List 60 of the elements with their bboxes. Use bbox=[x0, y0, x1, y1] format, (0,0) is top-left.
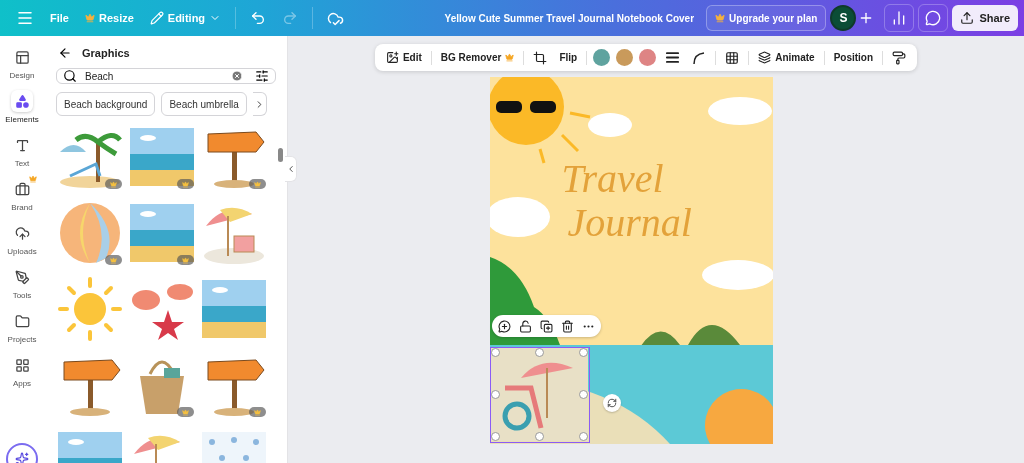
folder-icon bbox=[14, 313, 30, 329]
resize-handle[interactable] bbox=[490, 390, 500, 399]
resize-handle[interactable] bbox=[534, 432, 544, 441]
sidebar-item[interactable]: Uploads bbox=[1, 222, 43, 256]
filter-icon[interactable] bbox=[255, 69, 269, 83]
resize-handle[interactable] bbox=[534, 348, 544, 357]
resize-handle[interactable] bbox=[578, 390, 588, 399]
sun-drawing bbox=[56, 276, 124, 342]
animate-button[interactable]: Animate bbox=[755, 51, 818, 64]
chevron-right-icon[interactable] bbox=[252, 92, 267, 116]
briefcase-icon bbox=[14, 181, 30, 197]
layout-icon bbox=[14, 49, 30, 65]
user-avatar[interactable]: S bbox=[830, 5, 857, 31]
color-swatch[interactable] bbox=[616, 49, 634, 66]
sidebar-item[interactable]: Tools bbox=[1, 266, 43, 300]
crown-icon bbox=[84, 13, 95, 23]
text-icon bbox=[14, 137, 30, 153]
clear-icon[interactable] bbox=[231, 70, 243, 82]
duplicate-icon[interactable] bbox=[539, 319, 553, 333]
document-title[interactable]: Yellow Cute Summer Travel Journal Notebook Cover bbox=[444, 12, 695, 24]
sidebar-item[interactable]: Brand bbox=[1, 178, 43, 212]
grid-icon bbox=[14, 357, 30, 373]
resize-handle[interactable] bbox=[490, 348, 500, 357]
search-field[interactable]: Beach bbox=[56, 68, 276, 84]
flip-button[interactable]: Flip bbox=[556, 52, 581, 63]
color-swatch[interactable] bbox=[593, 49, 611, 66]
sidebar-item[interactable]: Elements bbox=[1, 90, 43, 124]
scroll-thumb[interactable] bbox=[278, 148, 283, 162]
bg-remover-button[interactable]: BG Remover bbox=[437, 52, 518, 63]
upgrade-button[interactable]: Upgrade your plan bbox=[706, 5, 827, 31]
crown-icon bbox=[715, 13, 726, 23]
sidebar-item[interactable]: Text bbox=[1, 134, 43, 168]
sidebar-item[interactable]: Projects bbox=[1, 310, 43, 344]
resize-handle[interactable] bbox=[578, 432, 588, 441]
color-swatch[interactable] bbox=[639, 49, 657, 66]
delete-icon[interactable] bbox=[560, 319, 574, 333]
position-button[interactable]: Position bbox=[830, 52, 877, 63]
sidebar-item[interactable]: Design bbox=[1, 46, 43, 80]
comment-add-icon[interactable] bbox=[497, 319, 511, 333]
shapes-icon bbox=[14, 93, 30, 109]
suggestion-chip[interactable]: Beach background bbox=[56, 92, 156, 116]
comment-icon[interactable] bbox=[918, 4, 949, 32]
crown-icon bbox=[29, 175, 37, 183]
suggestion-chip[interactable]: Beach umbrella bbox=[161, 92, 247, 116]
unlock-icon[interactable] bbox=[518, 319, 532, 333]
search-icon bbox=[63, 69, 77, 83]
cloud-upload-icon bbox=[14, 225, 30, 241]
edit-button[interactable]: Edit bbox=[382, 51, 425, 64]
sidebar-item[interactable]: Apps bbox=[1, 354, 43, 388]
resize-handle[interactable] bbox=[490, 432, 500, 441]
design-title: Travel bbox=[561, 157, 665, 201]
panel-title: Graphics bbox=[82, 47, 130, 59]
resize-handle[interactable] bbox=[578, 348, 588, 357]
pencil-icon bbox=[149, 11, 164, 25]
image-icon bbox=[385, 51, 399, 64]
share-button[interactable]: Share bbox=[952, 5, 1018, 31]
design-title: Journal bbox=[567, 201, 692, 245]
pen-icon bbox=[14, 269, 30, 285]
share-icon bbox=[960, 11, 975, 25]
graphic-thumbnail[interactable] bbox=[56, 276, 124, 342]
